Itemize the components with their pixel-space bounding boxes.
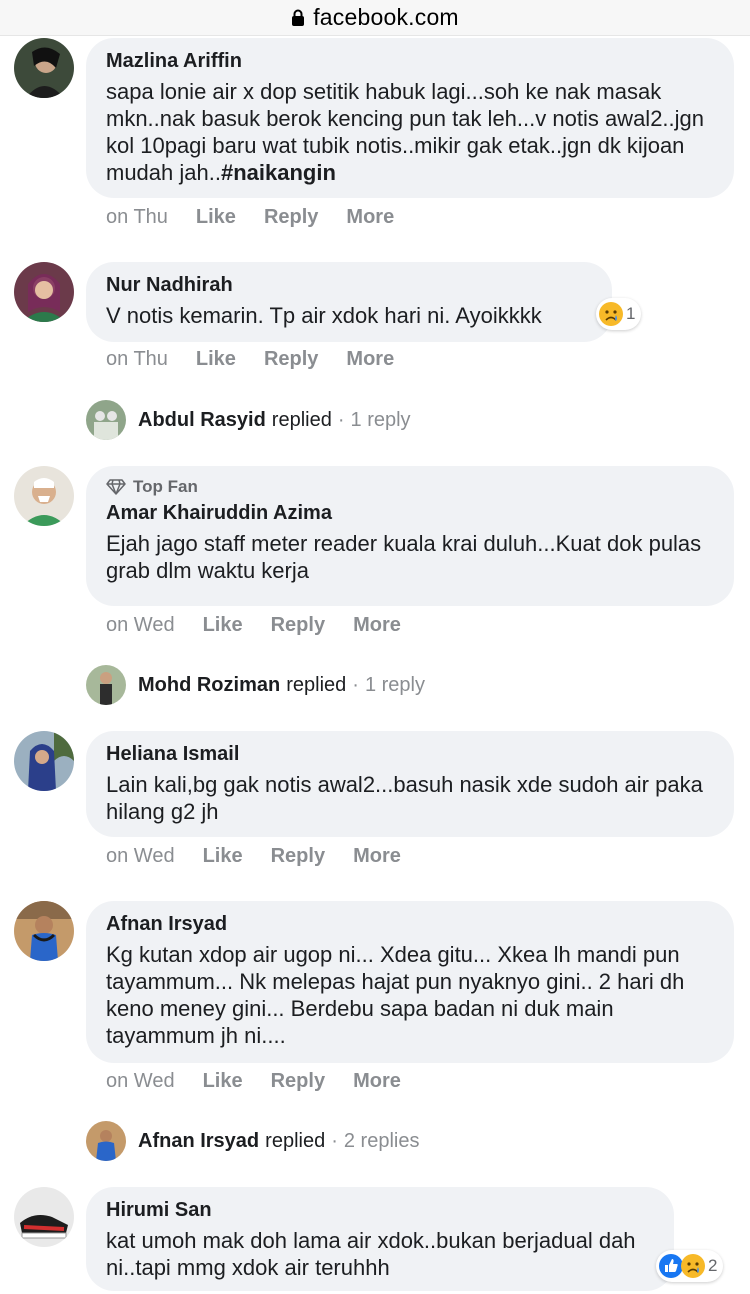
more-button[interactable]: More bbox=[353, 614, 401, 637]
like-button[interactable]: Like bbox=[196, 206, 236, 229]
replier-name: Afnan Irsyad bbox=[138, 1129, 260, 1152]
comment-time[interactable]: on Thu bbox=[106, 206, 168, 229]
avatar bbox=[86, 1121, 126, 1161]
replied-word: replied bbox=[265, 1129, 326, 1152]
reply-button[interactable]: Reply bbox=[271, 614, 325, 637]
reaction-summary[interactable]: 2 bbox=[656, 1250, 724, 1282]
comment-text: V notis kemarin. Tp air xdok hari ni. Ay… bbox=[106, 303, 542, 328]
separator-dot: · bbox=[331, 1129, 338, 1152]
comment-bubble: Nur Nadhirah V notis kemarin. Tp air xdo… bbox=[86, 262, 612, 342]
replied-word: replied bbox=[286, 673, 347, 696]
avatar[interactable] bbox=[14, 731, 74, 791]
comment-bubble: Hirumi San kat umoh mak doh lama air xdo… bbox=[86, 1187, 674, 1291]
more-button[interactable]: More bbox=[353, 1070, 401, 1093]
avatar[interactable] bbox=[14, 1187, 74, 1247]
comment-bubble: Mazlina Ariffin sapa lonie air x dop set… bbox=[86, 38, 734, 198]
comment-bubble: Top Fan Amar Khairuddin Azima Ejah jago … bbox=[86, 466, 734, 606]
comment-bubble: Afnan Irsyad Kg kutan xdop air ugop ni..… bbox=[86, 901, 734, 1063]
more-button[interactable]: More bbox=[346, 206, 394, 229]
comment-time[interactable]: on Wed bbox=[106, 845, 175, 868]
like-button[interactable]: Like bbox=[203, 614, 243, 637]
replied-word: replied bbox=[271, 408, 332, 431]
view-replies-link[interactable]: Mohd Roziman replied · 1 reply bbox=[86, 665, 425, 705]
replier-name: Mohd Roziman bbox=[138, 673, 281, 696]
reply-button[interactable]: Reply bbox=[271, 845, 325, 868]
like-button[interactable]: Like bbox=[203, 845, 243, 868]
comment-actions: on Thu Like Reply More bbox=[106, 206, 422, 229]
separator-dot: · bbox=[352, 673, 359, 696]
reply-count: 2 replies bbox=[343, 1129, 420, 1152]
comment-text: Kg kutan xdop air ugop ni... Xdea gitu..… bbox=[106, 942, 685, 1048]
badge-label: Top Fan bbox=[133, 477, 198, 496]
commenter-name[interactable]: Mazlina Ariffin bbox=[106, 48, 714, 74]
avatar[interactable] bbox=[14, 38, 74, 98]
commenter-name[interactable]: Afnan Irsyad bbox=[106, 911, 714, 937]
view-replies-link[interactable]: Afnan Irsyad replied · 2 replies bbox=[86, 1121, 419, 1161]
like-button[interactable]: Like bbox=[196, 348, 236, 371]
avatar bbox=[86, 665, 126, 705]
url-domain: facebook.com bbox=[313, 4, 459, 30]
comment-text: Lain kali,bg gak notis awal2...basuh nas… bbox=[106, 772, 703, 824]
reply-button[interactable]: Reply bbox=[264, 348, 318, 371]
avatar bbox=[86, 400, 126, 440]
comment-time[interactable]: on Wed bbox=[106, 1070, 175, 1093]
reaction-summary[interactable]: 1 bbox=[596, 298, 642, 330]
comment-actions: on Wed Like Reply More bbox=[106, 1070, 429, 1093]
commenter-name[interactable]: Heliana Ismail bbox=[106, 741, 714, 767]
more-button[interactable]: More bbox=[346, 348, 394, 371]
like-button[interactable]: Like bbox=[203, 1070, 243, 1093]
comment-time[interactable]: on Wed bbox=[106, 614, 175, 637]
reply-button[interactable]: Reply bbox=[271, 1070, 325, 1093]
commenter-name[interactable]: Hirumi San bbox=[106, 1197, 654, 1223]
sad-reaction-icon bbox=[681, 1254, 705, 1278]
comment-text: sapa lonie air x dop setitik habuk lagi.… bbox=[106, 78, 714, 186]
comment-bubble: Heliana Ismail Lain kali,bg gak notis aw… bbox=[86, 731, 734, 837]
replier-name: Abdul Rasyid bbox=[138, 408, 266, 431]
browser-url-bar[interactable]: facebook.com bbox=[0, 0, 750, 36]
hashtag-link[interactable]: #naikangin bbox=[221, 160, 336, 185]
comment-text: kat umoh mak doh lama air xdok..bukan be… bbox=[106, 1228, 636, 1280]
comment-actions: on Wed Like Reply More bbox=[106, 845, 429, 868]
lock-icon bbox=[292, 9, 305, 26]
reply-count: 1 reply bbox=[350, 408, 411, 431]
comment-actions: on Wed Like Reply More bbox=[106, 614, 429, 637]
commenter-name[interactable]: Amar Khairuddin Azima bbox=[106, 500, 714, 526]
sad-reaction-icon bbox=[599, 302, 623, 326]
avatar[interactable] bbox=[14, 901, 74, 961]
diamond-icon bbox=[106, 479, 126, 495]
avatar[interactable] bbox=[14, 262, 74, 322]
top-fan-badge: Top Fan bbox=[106, 476, 714, 498]
comment-text: Ejah jago staff meter reader kuala krai … bbox=[106, 531, 702, 583]
reply-count: 1 reply bbox=[364, 673, 425, 696]
reaction-count: 1 bbox=[626, 304, 636, 323]
view-replies-link[interactable]: Abdul Rasyid replied · 1 reply bbox=[86, 400, 411, 440]
reply-button[interactable]: Reply bbox=[264, 206, 318, 229]
comment-actions: on Thu Like Reply More bbox=[106, 348, 422, 371]
reaction-count: 2 bbox=[708, 1256, 718, 1275]
commenter-name[interactable]: Nur Nadhirah bbox=[106, 272, 592, 298]
separator-dot: · bbox=[337, 408, 345, 431]
more-button[interactable]: More bbox=[353, 845, 401, 868]
comment-body: sapa lonie air x dop setitik habuk lagi.… bbox=[106, 79, 705, 185]
avatar[interactable] bbox=[14, 466, 74, 526]
comment-time[interactable]: on Thu bbox=[106, 348, 168, 371]
